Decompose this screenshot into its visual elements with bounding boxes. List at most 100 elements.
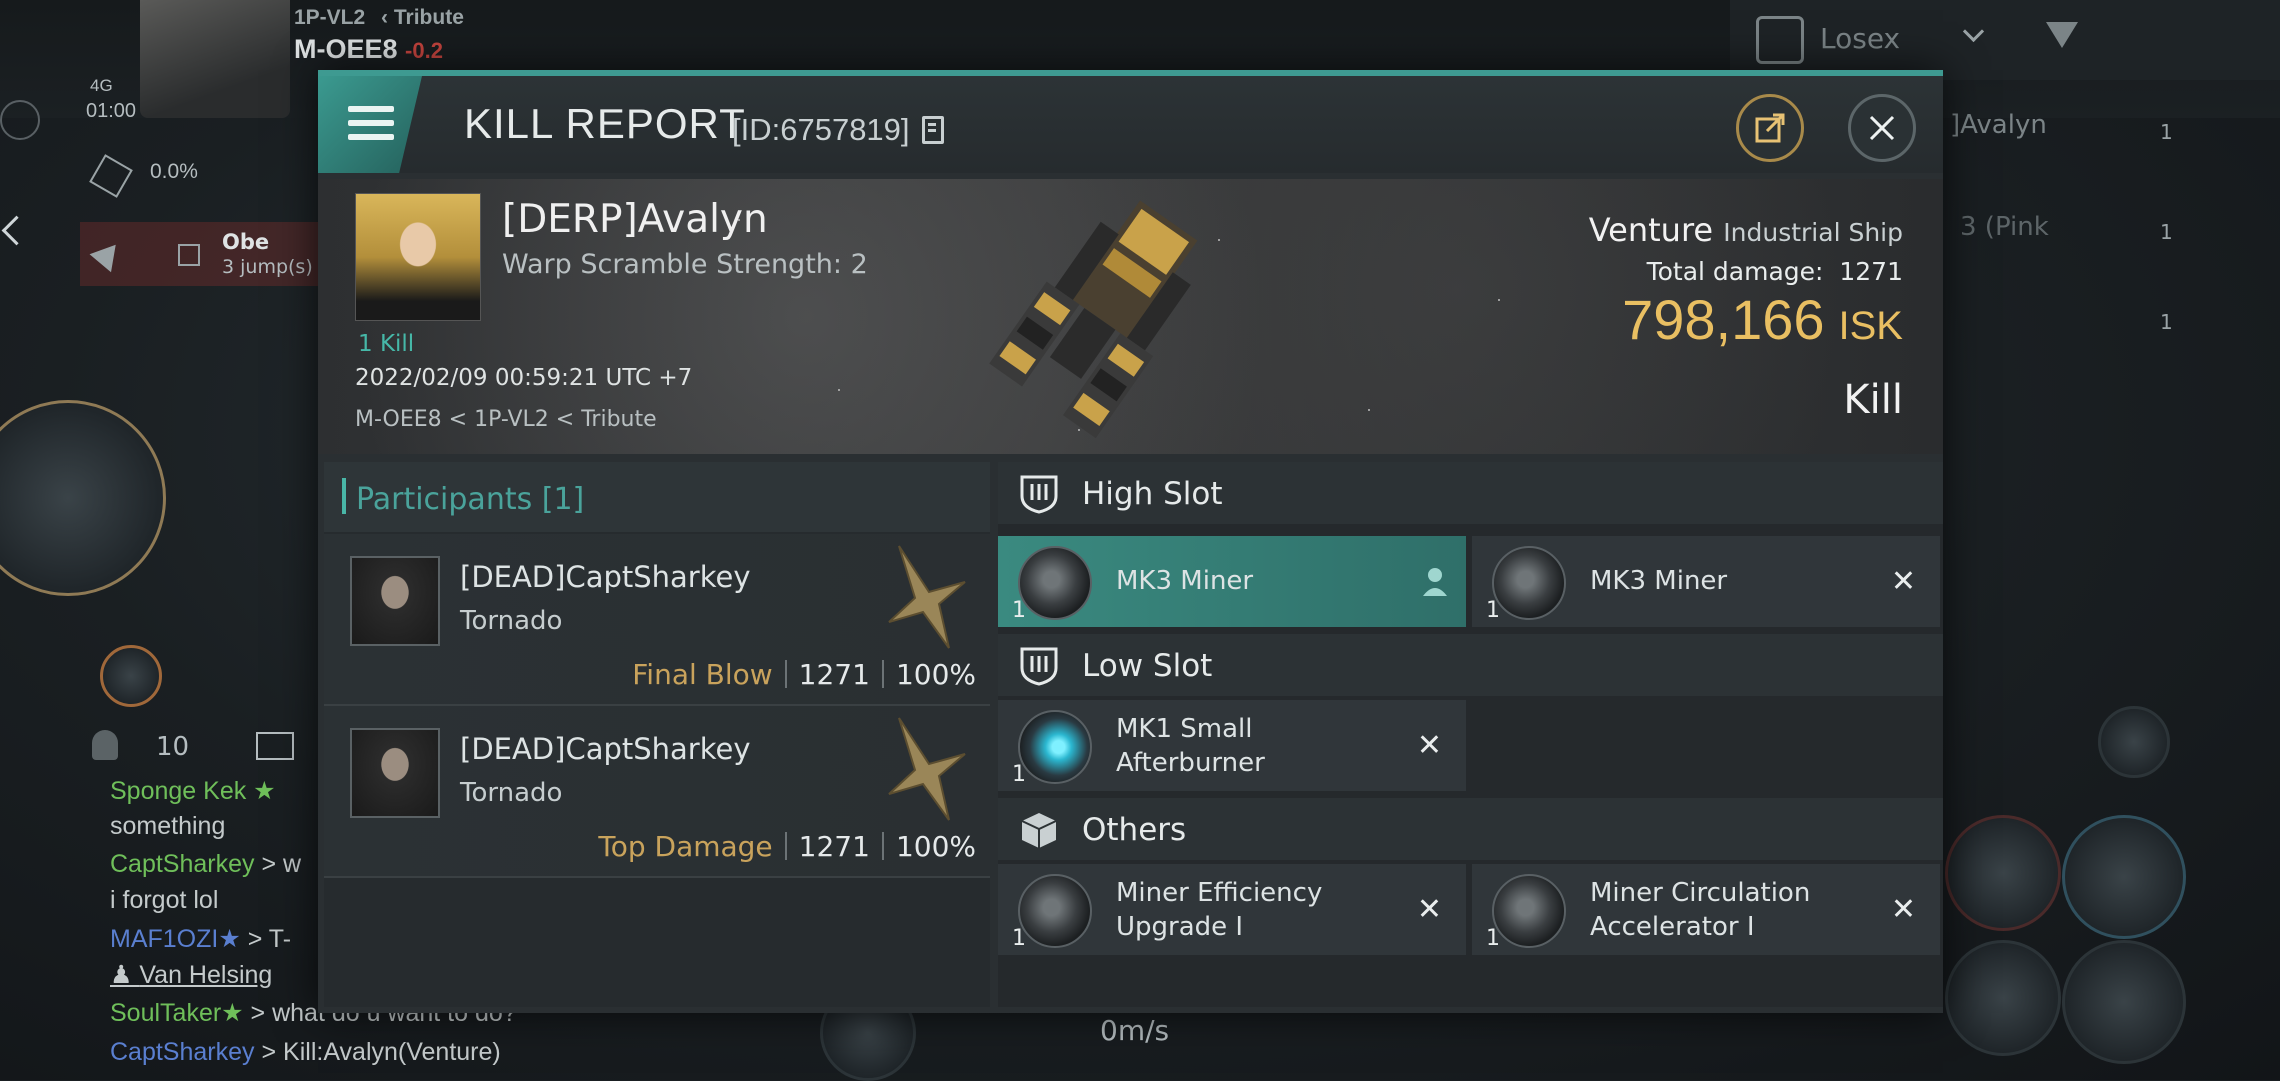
item-quantity: 1 bbox=[1486, 926, 1500, 951]
close-icon bbox=[1869, 115, 1895, 141]
kill-location[interactable]: M-OEE8 < 1P-VL2 < Tribute bbox=[355, 407, 657, 432]
navigate-icon bbox=[89, 235, 127, 273]
participant-ship: Tornado bbox=[460, 778, 563, 808]
item-quantity: 1 bbox=[1012, 598, 1026, 623]
pilot-portrait[interactable] bbox=[140, 0, 290, 118]
chat-line[interactable]: MAF1OZI★ > T- bbox=[110, 924, 291, 954]
module-slot-button[interactable] bbox=[1945, 815, 2061, 931]
overview-count: 1 bbox=[2160, 220, 2173, 244]
participants-header: Participants [1] bbox=[324, 462, 990, 532]
destroyed-icon: ✕ bbox=[1416, 892, 1442, 927]
tornado-ship-icon bbox=[888, 717, 966, 821]
route-panel[interactable]: Obe 3 jump(s) bbox=[80, 222, 330, 286]
item-name: Miner Efficiency Upgrade I bbox=[1116, 878, 1323, 942]
kill-datetime: 2022/02/09 00:59:21 UTC +7 bbox=[355, 365, 693, 391]
avatar[interactable] bbox=[350, 556, 440, 646]
participant-row[interactable]: [DEAD]CaptSharkey Tornado Final Blow 1271… bbox=[324, 534, 990, 706]
module-slot-button[interactable] bbox=[1945, 940, 2061, 1056]
copy-icon[interactable] bbox=[922, 116, 944, 144]
module-slot-button[interactable] bbox=[2062, 940, 2186, 1064]
fitting-item[interactable]: 1 MK1 Small Afterburner ✕ bbox=[998, 700, 1466, 791]
ship-type[interactable]: Venture Industrial Ship bbox=[1589, 211, 1903, 249]
isk-value: 798,166 ISK bbox=[1622, 288, 1903, 351]
menu-button[interactable] bbox=[318, 76, 422, 173]
miner-module-icon bbox=[1018, 546, 1092, 620]
item-name: MK3 Miner bbox=[1116, 566, 1254, 596]
participant-ship: Tornado bbox=[460, 606, 563, 636]
high-slot-label: High Slot bbox=[1082, 476, 1223, 512]
page-title: KILL REPORT bbox=[464, 100, 746, 147]
cargo-box-icon bbox=[1021, 813, 1057, 848]
fitting-item[interactable]: 1 Miner Efficiency Upgrade I ✕ bbox=[998, 864, 1466, 955]
miner-upgrade-icon bbox=[1492, 874, 1566, 948]
item-quantity: 1 bbox=[1012, 926, 1026, 951]
mail-icon[interactable] bbox=[256, 732, 294, 760]
overview-entry-name[interactable]: ]Avalyn bbox=[1950, 110, 2047, 140]
share-icon bbox=[1755, 113, 1785, 143]
victim-name[interactable]: [DERP]Avalyn bbox=[502, 197, 768, 242]
crew-icon[interactable] bbox=[92, 730, 118, 760]
chat-line: something bbox=[110, 812, 226, 840]
route-checkbox[interactable] bbox=[178, 244, 200, 266]
item-name: MK1 Small Afterburner bbox=[1116, 714, 1265, 778]
chat-tabs: 10 bbox=[60, 718, 330, 778]
total-damage: Total damage: 1271 bbox=[1646, 257, 1903, 286]
target-icon[interactable] bbox=[100, 645, 162, 707]
overview-filter-select[interactable]: Losex bbox=[1820, 22, 1900, 55]
hud-constellation: 1P-VL2 ‹ Tribute bbox=[294, 6, 464, 29]
low-slot-label: Low Slot bbox=[1082, 648, 1213, 684]
chat-line[interactable]: ♟ Van Helsing bbox=[110, 960, 272, 990]
result-label: Kill bbox=[1843, 377, 1903, 423]
warp-scramble-strength: Warp Scramble Strength: 2 bbox=[502, 249, 868, 280]
menu-icon bbox=[348, 106, 394, 112]
participant-row[interactable]: [DEAD]CaptSharkey Tornado Top Damage 1271… bbox=[324, 706, 990, 878]
overview-count: 1 bbox=[2160, 310, 2173, 334]
menu-icon-line bbox=[348, 120, 394, 126]
fitting-item[interactable]: 1 Miner Circulation Accelerator I ✕ bbox=[1472, 864, 1940, 955]
item-quantity: 1 bbox=[1486, 598, 1500, 623]
fitting-item[interactable]: 1 MK3 Miner ✕ bbox=[1472, 536, 1940, 627]
report-id: [ID:6757819] bbox=[732, 112, 910, 147]
module-slot-button[interactable] bbox=[2062, 815, 2186, 939]
miner-upgrade-icon bbox=[1018, 874, 1092, 948]
route-item-name: Obe bbox=[222, 230, 270, 254]
low-slot-header: Low Slot bbox=[998, 634, 1943, 696]
overview-icon[interactable] bbox=[1756, 16, 1804, 64]
item-name: Miner Circulation Accelerator I bbox=[1590, 878, 1811, 942]
chat-line[interactable]: Sponge Kek ★ bbox=[110, 776, 276, 806]
menu-icon-line bbox=[348, 134, 394, 140]
overview-entry-name[interactable]: 3 (Pink bbox=[1960, 212, 2049, 242]
participants-label: Participants [1] bbox=[356, 482, 585, 517]
back-icon[interactable] bbox=[0, 100, 40, 140]
kill-report-header: KILL REPORT [ID:6757819] bbox=[318, 76, 1943, 173]
hud-system-name[interactable]: M-OEE8 -0.2 bbox=[294, 34, 443, 65]
low-slot-icon bbox=[1020, 647, 1058, 686]
filter-icon[interactable] bbox=[2046, 22, 2078, 48]
others-label: Others bbox=[1082, 812, 1187, 848]
participant-name: [DEAD]CaptSharkey bbox=[460, 560, 751, 594]
user-icon bbox=[1423, 568, 1447, 596]
fitting-item[interactable]: 1 MK3 Miner bbox=[998, 536, 1466, 627]
swap-icon[interactable] bbox=[2098, 706, 2170, 778]
hud-clock: 01:00 bbox=[86, 100, 137, 122]
kill-report-dialog: KILL REPORT [ID:6757819] [DERP]Avalyn Wa… bbox=[318, 70, 1943, 1013]
victim-portrait[interactable] bbox=[355, 193, 481, 321]
high-slot-header: High Slot bbox=[998, 462, 1943, 524]
share-button[interactable] bbox=[1736, 94, 1804, 162]
others-header: Others bbox=[998, 798, 1943, 860]
chevron-down-icon[interactable] bbox=[1962, 20, 1985, 43]
ship-speed: 0m/s bbox=[1100, 1014, 1170, 1047]
destroyed-icon: ✕ bbox=[1890, 892, 1916, 927]
ship-image[interactable] bbox=[978, 183, 1238, 449]
destroyed-icon: ✕ bbox=[1416, 728, 1442, 763]
chat-line: i forgot lol bbox=[110, 886, 219, 914]
participants-panel: Participants [1] [DEAD]CaptSharkey Torna… bbox=[324, 462, 990, 1007]
high-slot-icon bbox=[1020, 475, 1058, 514]
victim-kill-count: 1 Kill bbox=[358, 331, 415, 357]
overview-header: Losex bbox=[1730, 0, 2280, 80]
chat-line[interactable]: CaptSharkey > Kill:Avalyn(Venture) bbox=[110, 1038, 501, 1067]
afterburner-module-icon bbox=[1018, 710, 1092, 784]
avatar[interactable] bbox=[350, 728, 440, 818]
close-button[interactable] bbox=[1848, 94, 1916, 162]
chat-line[interactable]: CaptSharkey > w bbox=[110, 850, 301, 879]
